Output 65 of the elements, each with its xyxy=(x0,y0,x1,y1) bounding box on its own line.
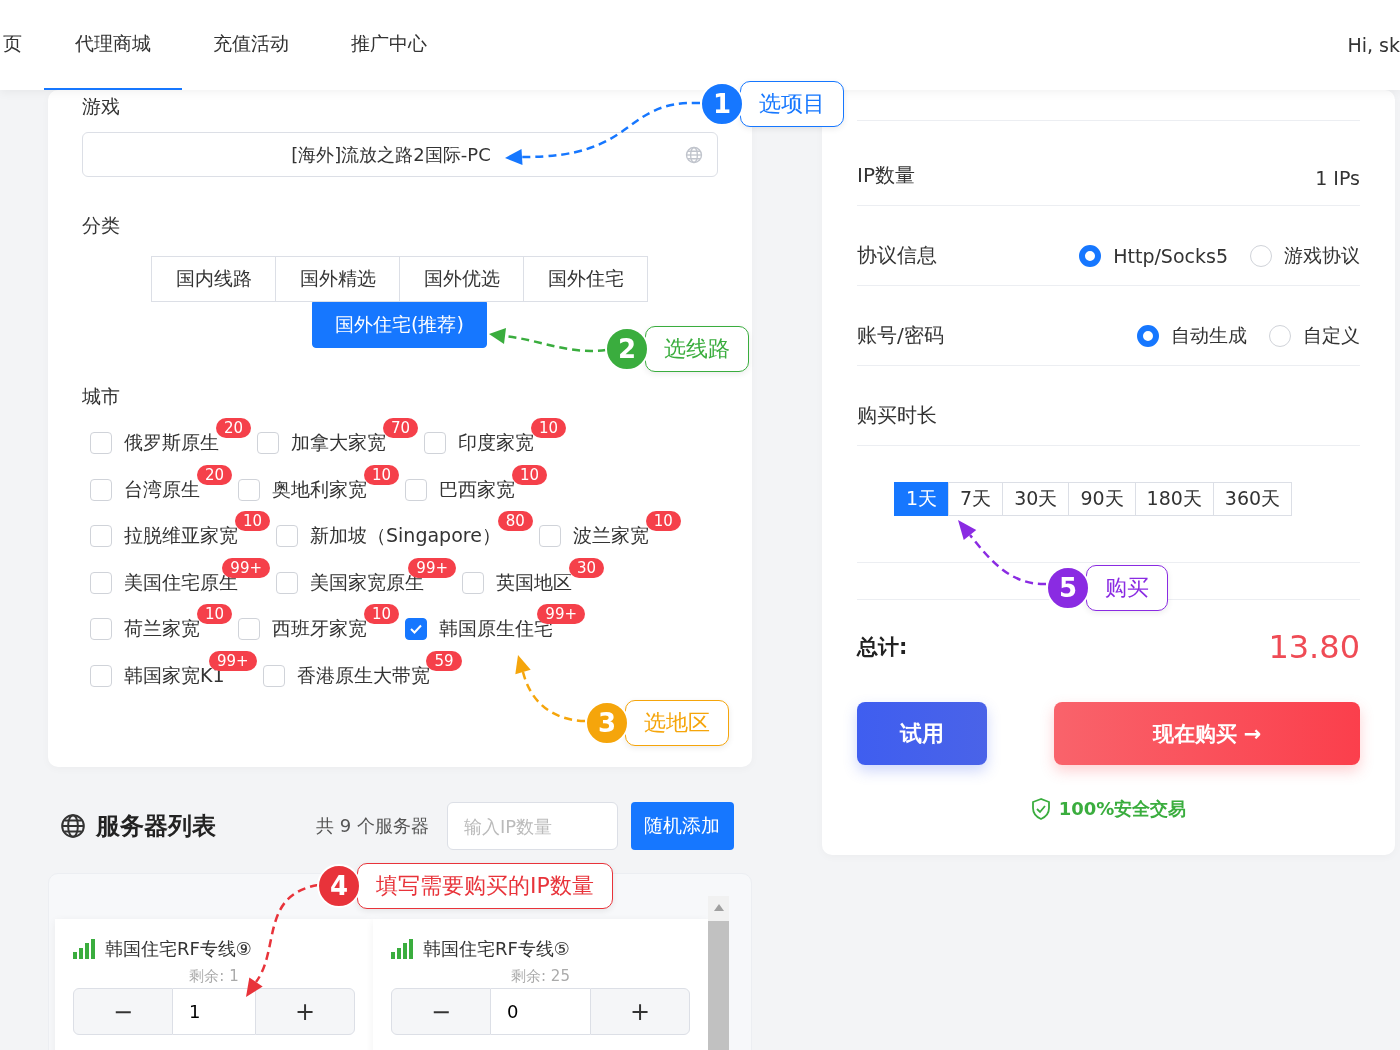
count-badge: 20 xyxy=(196,464,232,485)
radio-icon[interactable] xyxy=(1137,325,1159,347)
duration-option[interactable]: 180天 xyxy=(1134,482,1214,516)
quantity-input[interactable]: 1 xyxy=(173,988,255,1035)
server-name: 韩国住宅RF专线⑤ xyxy=(423,937,570,961)
signal-icon xyxy=(73,939,95,959)
callout-label: 购买 xyxy=(1086,565,1168,611)
callout-label: 填写需要购买的IP数量 xyxy=(357,863,613,909)
field-label: 分类 xyxy=(82,213,120,238)
remaining-count: 剩余: 1 xyxy=(189,967,239,985)
signal-icon xyxy=(391,939,413,959)
duration-option[interactable]: 7天 xyxy=(948,482,1004,516)
total-price: 13.80 xyxy=(1268,628,1360,666)
total-label: 总计: xyxy=(857,634,908,661)
category-option[interactable]: 国内线路 xyxy=(151,256,276,302)
decrement-button[interactable]: − xyxy=(391,988,491,1035)
duration-option[interactable]: 30天 xyxy=(1002,482,1070,516)
callout-label: 选线路 xyxy=(645,326,749,372)
category-option[interactable]: 国外住宅(推荐) xyxy=(312,302,487,348)
row-label: IP数量 xyxy=(857,162,915,189)
globe-icon xyxy=(60,813,86,839)
user-greeting[interactable]: Hi, sk xyxy=(1347,34,1400,56)
count-badge: 20 xyxy=(215,418,251,439)
trial-button[interactable]: 试用 xyxy=(857,702,987,765)
scroll-up-icon[interactable] xyxy=(713,904,724,911)
radio-icon[interactable] xyxy=(1079,245,1102,267)
duration-option[interactable]: 1天 xyxy=(894,482,950,516)
decrement-button[interactable]: − xyxy=(73,988,173,1035)
row-label: 协议信息 xyxy=(857,242,937,269)
shield-check-icon xyxy=(1030,798,1051,820)
ip-count-input[interactable]: 输入IP数量 xyxy=(446,802,618,850)
field-label: 城市 xyxy=(82,384,120,409)
secure-note: 100%安全交易 xyxy=(1058,797,1187,821)
server-name: 韩国住宅RF专线⑨ xyxy=(105,937,252,961)
section-title: 服务器列表 xyxy=(96,811,216,842)
duration-option[interactable]: 360天 xyxy=(1212,482,1293,516)
row-value: 1 IPs xyxy=(1315,167,1360,189)
nav-tab[interactable]: 页 xyxy=(0,0,44,90)
radio-option[interactable]: Http/Socks5 xyxy=(1079,243,1228,269)
nav-tab[interactable]: 充值活动 xyxy=(182,0,320,90)
radio-option[interactable]: 自动生成 xyxy=(1137,323,1247,349)
nav-tab[interactable]: 推广中心 xyxy=(320,0,458,90)
game-select-field[interactable]: [海外]流放之路2国际-PC xyxy=(82,132,718,177)
count-badge: 80 xyxy=(497,511,533,532)
radio-option[interactable]: 自定义 xyxy=(1269,323,1360,349)
count-badge: 30 xyxy=(568,557,604,578)
radio-option[interactable]: 游戏协议 xyxy=(1250,243,1360,269)
server-count: 共 9 个服务器 xyxy=(316,814,429,838)
field-label: 游戏 xyxy=(82,94,120,119)
row-label: 账号/密码 xyxy=(857,322,944,349)
random-add-button[interactable]: 随机添加 xyxy=(630,802,734,850)
quantity-input[interactable]: 0 xyxy=(491,988,590,1035)
increment-button[interactable]: + xyxy=(255,988,355,1035)
callout-label: 选项目 xyxy=(740,81,844,127)
duration-option[interactable]: 90天 xyxy=(1068,482,1136,516)
row-label: 购买时长 xyxy=(857,402,937,429)
category-option[interactable]: 国外优选 xyxy=(399,256,524,302)
dashed-arrow xyxy=(515,655,586,723)
remaining-count: 剩余: 25 xyxy=(511,967,570,985)
increment-button[interactable]: + xyxy=(590,988,690,1035)
category-option[interactable]: 国外住宅 xyxy=(523,256,648,302)
category-option[interactable]: 国外精选 xyxy=(275,256,400,302)
globe-icon xyxy=(685,145,703,164)
callout-label: 选地区 xyxy=(625,700,729,746)
step-number: 4 xyxy=(317,864,361,908)
